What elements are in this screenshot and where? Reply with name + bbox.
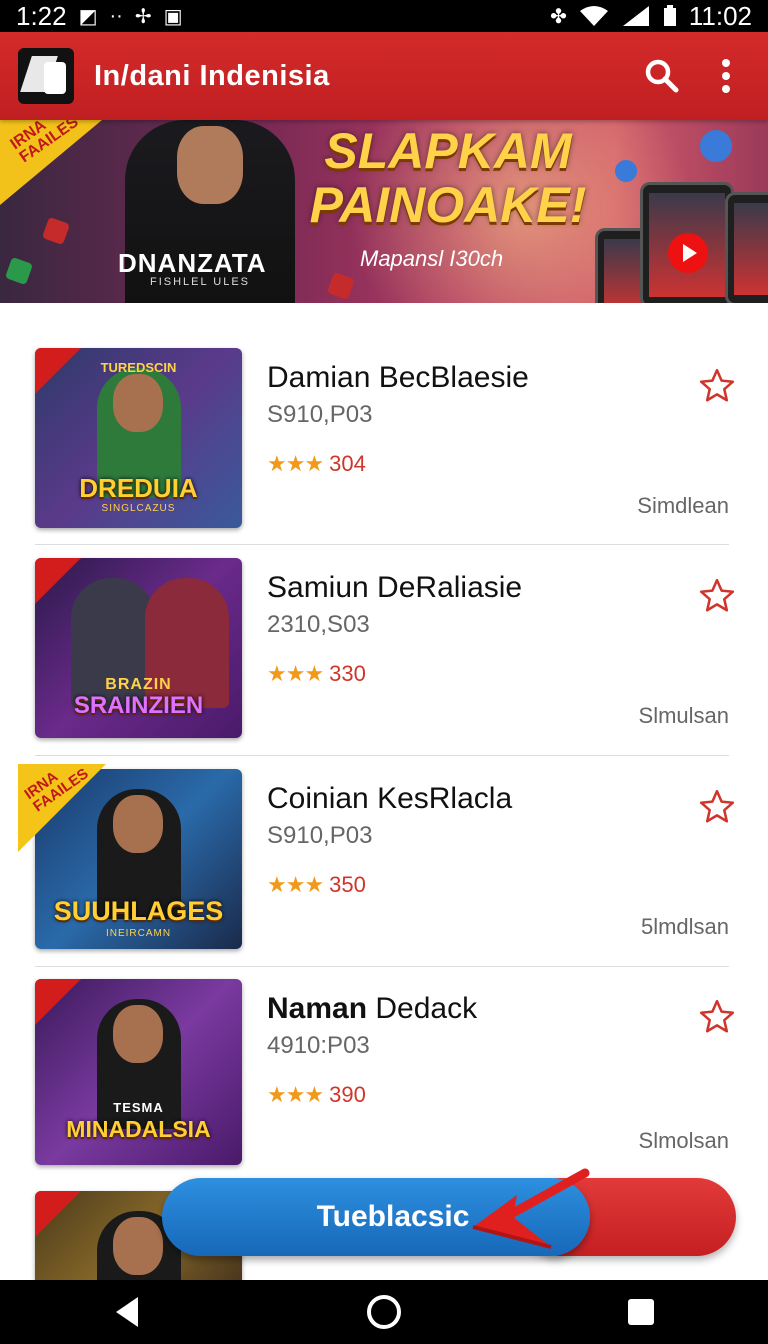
game-thumbnail: TESMA MINADALSIA — [35, 979, 242, 1165]
phone-graphic — [725, 192, 768, 303]
image-icon: ◩ — [78, 5, 98, 28]
dice-decoration — [695, 125, 737, 167]
thumb-face — [113, 1005, 163, 1063]
status-right: ✤ 11:02 — [550, 1, 752, 32]
thumb-title: SRAINZIEN — [73, 692, 204, 719]
item-price: S910,P03 — [267, 822, 373, 849]
star-outline-icon[interactable] — [698, 998, 736, 1036]
banner-brand: DNANZATA — [118, 248, 267, 278]
vibrate-icon: ✤ — [550, 5, 567, 28]
dice-decoration — [41, 216, 71, 246]
game-thumbnail: TUREDSCIN DREDUIA SINGLCAZUS — [35, 348, 242, 528]
search-button[interactable] — [638, 52, 686, 100]
item-price: 4910:P03 — [267, 1032, 370, 1059]
thumb-face — [113, 795, 163, 853]
star-icon: ★★★ — [267, 451, 324, 476]
game-icon: ✢ — [134, 5, 152, 28]
star-outline-icon[interactable] — [698, 577, 736, 615]
thumb-title: DREDUIA — [79, 473, 198, 503]
list-item[interactable]: TUREDSCIN DREDUIA SINGLCAZUS Damian BecB… — [0, 303, 768, 528]
overflow-menu-button[interactable] — [702, 52, 750, 100]
banner-person-head — [177, 126, 243, 204]
list-item[interactable]: BRAZIN SRAINZIEN Samiun DeRaliasie 2310,… — [0, 513, 768, 738]
item-title: Coinian KesRlacla — [267, 782, 513, 815]
star-icon: ★★★ — [267, 1082, 324, 1107]
rating-count: 390 — [329, 1082, 366, 1107]
thumb-face — [113, 1217, 163, 1275]
thumb-title: SUUHLAGES — [53, 896, 224, 926]
item-rating: ★★★ 304 — [267, 451, 366, 477]
star-outline-icon[interactable] — [698, 788, 736, 826]
phone-screen — [734, 203, 768, 295]
star-icon: ★★★ — [267, 872, 324, 897]
app-logo[interactable] — [18, 48, 74, 104]
status-bar: 1:22 ◩ ·· ✢ ▣ ✤ 11:02 — [0, 0, 768, 32]
status-time-right: 11:02 — [688, 0, 752, 31]
rating-count: 350 — [329, 872, 366, 897]
dots-icon: ·· — [109, 4, 123, 27]
thumb-face — [113, 374, 163, 432]
thumb-title: MINADALSIA — [66, 1116, 211, 1142]
back-icon[interactable] — [112, 1295, 142, 1329]
thumb-top-text: TUREDSCIN — [100, 360, 177, 375]
battery-icon — [663, 5, 676, 26]
game-thumbnail: BRAZIN SRAINZIEN — [35, 558, 242, 738]
status-time-left: 1:22 — [16, 0, 67, 31]
search-icon — [645, 59, 679, 93]
item-rating: ★★★ 350 — [267, 872, 366, 898]
thumb-corner — [35, 558, 81, 604]
app-bar: In/dani Indenisia — [0, 32, 768, 120]
banner-headline-line: SLAPKAM — [324, 123, 572, 179]
app-title: In/dani Indenisia — [94, 59, 330, 92]
system-nav-bar — [0, 1280, 768, 1344]
home-icon[interactable] — [365, 1293, 403, 1331]
pointer-arrow-icon — [472, 1168, 590, 1249]
item-rating: ★★★ 390 — [267, 1082, 366, 1108]
thumb-corner — [35, 1191, 81, 1237]
item-title-bold: Naman — [267, 992, 368, 1025]
item-title: Naman Dedack — [267, 992, 477, 1026]
banner-subtitle: Mapansl I30ch — [360, 246, 504, 271]
more-vert-icon — [722, 59, 730, 93]
game-list: TUREDSCIN DREDUIA SINGLCAZUS Damian BecB… — [0, 303, 768, 1280]
thumb-corner — [35, 979, 81, 1025]
item-rating: ★★★ 330 — [267, 661, 366, 687]
banner-brand-sub: FISHLEL ULES — [150, 276, 251, 288]
dice-decoration — [4, 256, 34, 286]
list-item[interactable]: TESMA MINADALSIA Naman Dedack 4910:P03 ★… — [0, 934, 768, 1165]
logo-shape — [44, 62, 66, 94]
recents-icon[interactable] — [626, 1297, 656, 1327]
wifi-icon — [579, 6, 608, 26]
play-icon — [668, 233, 708, 273]
star-outline-icon[interactable] — [698, 367, 736, 405]
photo-icon: ▣ — [163, 5, 183, 28]
thumb-sub: TESMA — [113, 1100, 164, 1115]
item-title-rest: Dedack — [367, 992, 478, 1025]
rating-count: 330 — [329, 661, 366, 686]
item-price: S910,P03 — [267, 401, 373, 428]
banner-headline-line: PAINOAKE! — [309, 177, 587, 233]
banner-headline: SLAPKAM PAINOAKE! — [298, 124, 598, 232]
star-icon: ★★★ — [267, 661, 324, 686]
rating-count: 304 — [329, 451, 366, 476]
signal-icon — [622, 6, 649, 26]
item-title: Samiun DeRaliasie — [267, 571, 523, 604]
item-title: Damian BecBlaesie — [267, 361, 529, 394]
list-item[interactable]: SUUHLAGES INEIRCAMN Coinian KesRlacla S9… — [0, 724, 768, 949]
status-left: 1:22 ◩ ·· ✢ ▣ — [16, 1, 183, 32]
item-price: 2310,S03 — [267, 611, 370, 638]
